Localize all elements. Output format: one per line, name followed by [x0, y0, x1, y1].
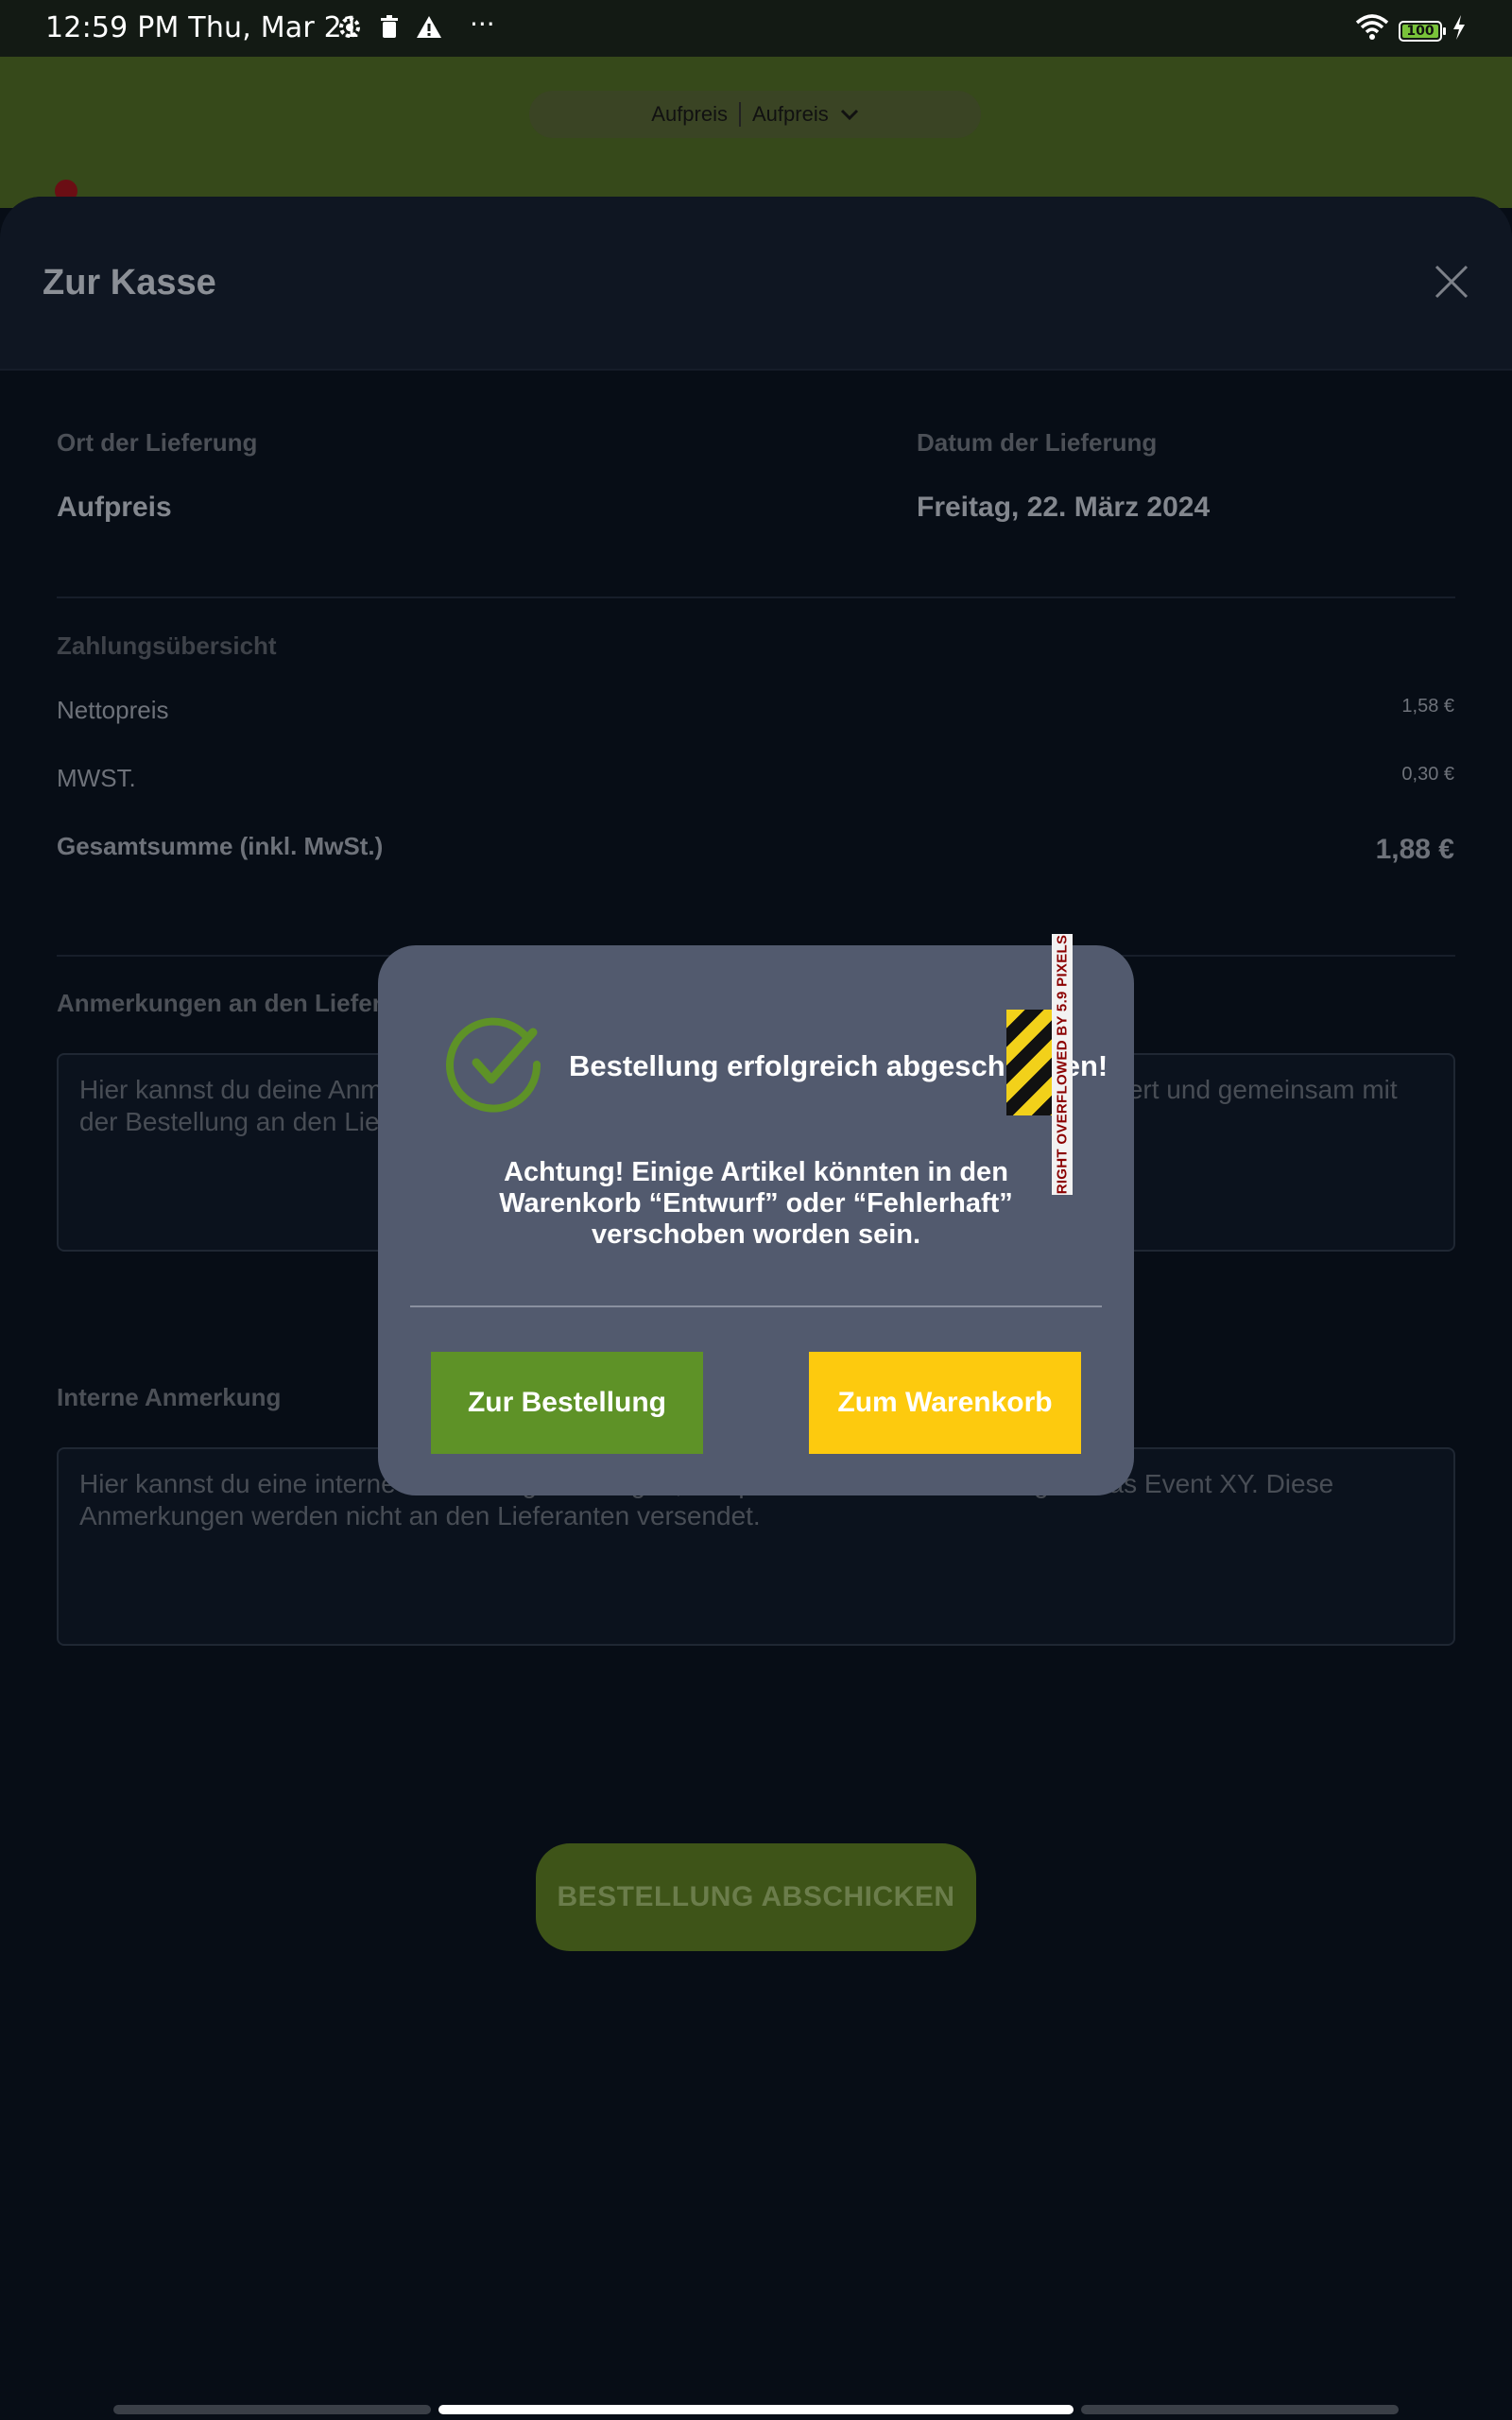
background-app-header: Aufpreis Aufpreis: [0, 57, 1512, 208]
vat-value: 0,30 €: [1401, 764, 1454, 785]
charging-icon: [1452, 14, 1467, 48]
status-bar: 12:59 PM Thu, Mar 21 ··· 100: [0, 0, 1512, 57]
status-right: 100: [1355, 13, 1467, 49]
nav-segment-right[interactable]: [1081, 2405, 1399, 2414]
section-divider: [57, 596, 1455, 598]
battery-icon: 100: [1399, 21, 1446, 42]
check-circle-icon: [446, 1017, 541, 1113]
settings-icon: [335, 13, 364, 42]
net-price-label: Nettopreis: [57, 696, 169, 724]
wifi-icon: [1355, 13, 1389, 49]
location-separator: [739, 102, 741, 127]
dialog-divider: [410, 1305, 1102, 1307]
location-left: Aufpreis: [651, 102, 728, 126]
total-label: Gesamtsumme (inkl. MwSt.): [57, 832, 384, 860]
location-right: Aufpreis: [752, 102, 829, 126]
vat-label: MWST.: [57, 764, 136, 792]
more-indicator: ···: [470, 9, 495, 40]
system-nav-bar: [0, 2397, 1512, 2420]
chevron-down-icon: [840, 102, 859, 127]
delivery-date-label: Datum der Lieferung: [917, 428, 1158, 457]
status-time: 12:59 PM Thu, Mar 21: [45, 11, 361, 44]
trash-icon: [375, 13, 404, 42]
success-dialog: Bestellung erfolgreich abgeschlossen! RI…: [378, 934, 1134, 1495]
status-icons: ···: [335, 9, 495, 42]
go-to-cart-button[interactable]: Zum Warenkorb: [809, 1352, 1081, 1454]
close-icon: [1435, 265, 1469, 299]
sheet-title: Zur Kasse: [43, 263, 216, 302]
nav-segment-left[interactable]: [113, 2405, 431, 2414]
total-value: 1,88 €: [1375, 834, 1454, 865]
home-indicator[interactable]: [438, 2405, 1074, 2414]
net-price-value: 1,58 €: [1401, 696, 1454, 717]
internal-notes-label: Interne Anmerkung: [57, 1383, 282, 1411]
location-selector[interactable]: Aufpreis Aufpreis: [529, 91, 981, 138]
close-button[interactable]: [1433, 263, 1470, 301]
delivery-date-value: Freitag, 22. März 2024: [917, 492, 1211, 523]
submit-order-button[interactable]: BESTELLUNG ABSCHICKEN: [536, 1843, 976, 1951]
sheet-header: Zur Kasse: [0, 197, 1512, 371]
overflow-warning-label: RIGHT OVERFLOWED BY 5.9 PIXELS: [1052, 934, 1073, 1195]
go-to-order-button[interactable]: Zur Bestellung: [431, 1352, 703, 1454]
overflow-warning-text: RIGHT OVERFLOWED BY 5.9 PIXELS: [1054, 934, 1071, 1195]
delivery-place-label: Ort der Lieferung: [57, 428, 258, 457]
warning-icon: [415, 13, 443, 42]
overflow-warning-stripe: [1006, 1010, 1052, 1115]
dialog-message: Achtung! Einige Artikel könnten in den W…: [499, 1157, 1013, 1250]
battery-level: 100: [1406, 24, 1435, 39]
payment-overview-label: Zahlungsübersicht: [57, 631, 277, 660]
delivery-place-value: Aufpreis: [57, 492, 172, 523]
